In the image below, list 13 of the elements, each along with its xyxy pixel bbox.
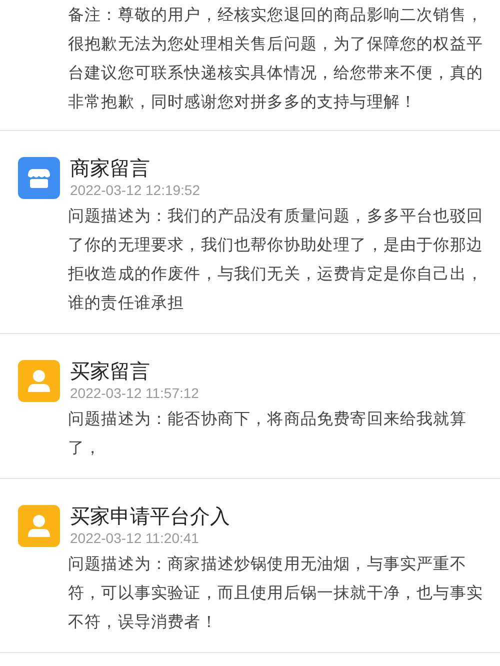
message-text: 备注：尊敬的用户，经核实您退回的商品影响二次销售，很抱歉无法为您处理相关售后问题，为了保障您的权益平台建议您可联系快递核实具体情况，给您带来不便，真的非常抱歉，同时感谢您对拼多多的支持与理解！	[68, 4, 484, 113]
store-icon	[18, 157, 60, 199]
message-text: 问题描述为：商家描述炒锅使用无油烟，与事实严重不符，可以事实验证，而且使用后锅一抹就干净，也与事实不符，误导消费者！	[68, 553, 484, 633]
message-title: 买家申请平台介入	[70, 503, 230, 529]
person-icon	[18, 505, 60, 547]
message-text: 问题描述为：我们的产品没有质量问题，多多平台也驳回了你的无理要求，我们也帮你协助处理了，是由于你那边拒收造成的作废件，与我们无关，运费肯定是你自己出，谁的责任谁承担	[68, 205, 484, 314]
message-title: 买家留言	[70, 358, 151, 384]
message-text: 问题描述为：能否协商下，将商品免费寄回来给我就算了，	[68, 408, 468, 459]
message-title: 商家留言	[70, 155, 151, 181]
person-icon	[18, 360, 60, 402]
timestamp: 2022-03-12 12:19:52	[70, 181, 200, 199]
timestamp: 2022-03-12 11:57:12	[70, 384, 199, 402]
timestamp: 2022-03-12 11:20:41	[70, 529, 200, 547]
